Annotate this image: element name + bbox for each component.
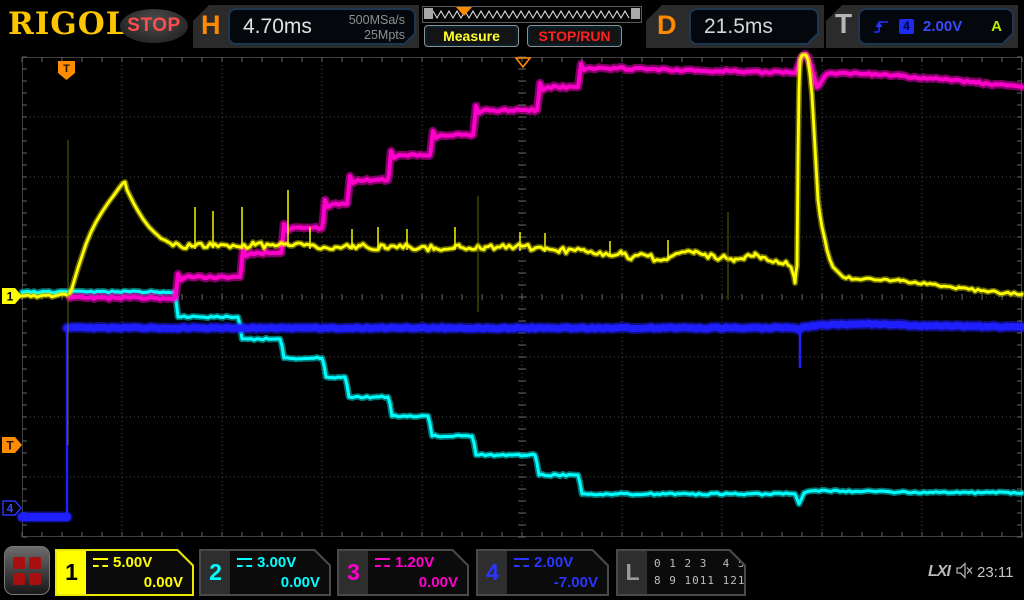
graticule [22, 57, 1022, 537]
trigger-source-badge: 4 [899, 19, 914, 34]
clock: 23:11 [977, 564, 1013, 581]
channel4-offset: -7.00V [554, 574, 598, 591]
channel1-offset: 0.00V [144, 574, 183, 591]
channel4-scale: 2.00V [534, 554, 573, 571]
channel4-number: 4 [478, 551, 507, 594]
menu-button[interactable] [4, 546, 50, 595]
trigger-level-value: 2.00V [923, 18, 962, 35]
trace-CH3-staircase-up [70, 54, 1022, 299]
lxi-status: LXI [928, 563, 950, 581]
digital-channels-row1: 0 1 2 3 4 5 6 7 [654, 557, 776, 570]
stop-run-button[interactable]: STOP/RUN [527, 25, 622, 47]
trace-glow-CH1-main [22, 55, 1022, 297]
trigger-position-marker-label: T [63, 63, 70, 75]
menu-grid-icon [13, 557, 41, 585]
channel1-status[interactable]: 1 5.00V 0.00V [55, 549, 194, 596]
logic-analyzer-label: L [618, 551, 647, 594]
memory-depth: 25Mpts [349, 28, 405, 43]
trigger-position-marker[interactable]: T [58, 61, 76, 81]
channel3-scale: 1.20V [395, 554, 434, 571]
ch3-dc-coupling-icon [375, 558, 390, 567]
trigger-box[interactable]: 4 2.00V A [858, 8, 1014, 45]
channel2-offset: 0.00V [281, 574, 320, 591]
channel3-status[interactable]: 3 1.20V 0.00V [337, 549, 469, 596]
ch1-ground-marker[interactable]: 1 [2, 288, 23, 304]
waveform-position-bar[interactable] [422, 6, 642, 23]
trigger-sweep-mode: A [991, 18, 1002, 35]
sound-muted-icon[interactable] [956, 562, 974, 579]
trace-glow-CH3-staircase-up [70, 54, 1022, 299]
waveform-display [0, 0, 1024, 600]
samplerate-memdepth: 500MSa/s 25Mpts [349, 13, 405, 43]
channel3-offset: 0.00V [419, 574, 458, 591]
ch4-dc-coupling-icon [514, 558, 529, 567]
trigger-level-marker-label: T [6, 439, 14, 453]
traces [22, 54, 1022, 517]
trigger-slope-icon [872, 18, 890, 35]
channel4-status[interactable]: 4 2.00V -7.00V [476, 549, 609, 596]
delay-box[interactable]: 21.5ms [689, 8, 819, 45]
ch1-ground-marker-label: 1 [7, 290, 14, 304]
position-bar-right-handle[interactable] [631, 8, 640, 19]
delay-label: D [657, 10, 677, 41]
run-state-badge: STOP [120, 9, 188, 43]
channel2-status[interactable]: 2 3.00V 0.00V [199, 549, 331, 596]
ch2-dc-coupling-icon [237, 558, 252, 567]
rigol-logo: RIGOL [8, 6, 129, 42]
logic-analyzer-status[interactable]: L 0 1 2 3 4 5 6 7 8 9 1011 12131415 [616, 549, 746, 596]
digital-channels-row2: 8 9 1011 12131415 [654, 574, 784, 587]
measure-button[interactable]: Measure [424, 25, 519, 47]
channel3-number: 3 [339, 551, 368, 594]
sample-rate: 500MSa/s [349, 13, 405, 28]
timebase-box[interactable]: 4.70ms 500MSa/s 25Mpts [228, 8, 416, 45]
horizontal-label: H [201, 10, 221, 41]
trace-glow-CH4-main [67, 323, 1022, 330]
ch1-noise-spikes [68, 140, 728, 445]
trigger-position-pointer[interactable] [456, 7, 472, 16]
timebase-value: 4.70ms [243, 15, 312, 39]
channel1-number: 1 [57, 551, 86, 594]
oscilloscope-screen: RIGOL STOP H 4.70ms 500MSa/s 25Mpts Meas… [0, 0, 1024, 600]
trigger-label: T [835, 8, 852, 40]
ch4-ground-marker[interactable]: 4 [2, 500, 23, 516]
trigger-level-marker[interactable]: T [2, 437, 23, 453]
delay-value: 21.5ms [704, 15, 773, 39]
trace-CH4-main [67, 323, 1022, 330]
channel2-number: 2 [201, 551, 230, 594]
delay-position-marker [515, 57, 531, 68]
channel1-scale: 5.00V [113, 554, 152, 571]
trace-CH2-staircase-down [22, 291, 1022, 504]
channel2-scale: 3.00V [257, 554, 296, 571]
trace-CH1-main [22, 55, 1022, 297]
ch1-dc-coupling-icon [93, 558, 108, 567]
trace-glow-CH2-staircase-down [22, 291, 1022, 504]
ch4-ground-marker-label: 4 [7, 504, 14, 516]
position-bar-left-handle[interactable] [424, 8, 433, 19]
